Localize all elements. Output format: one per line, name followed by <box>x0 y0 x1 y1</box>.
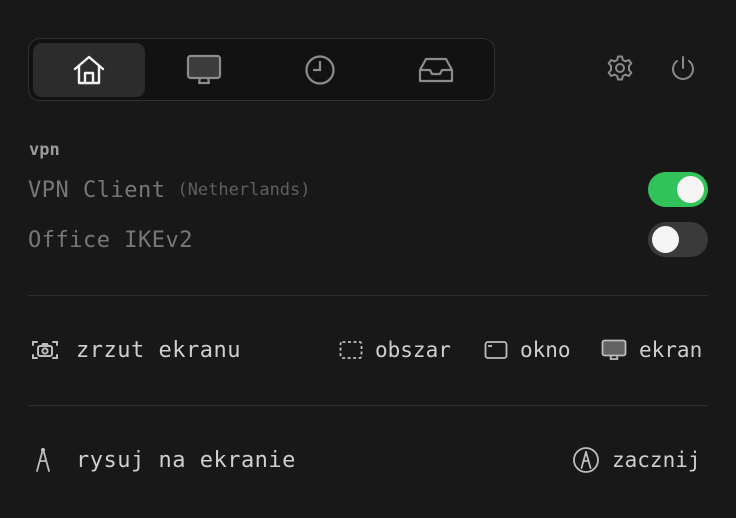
window-icon <box>484 340 508 360</box>
pen-circle-icon <box>572 446 600 474</box>
clock-icon <box>304 54 336 86</box>
vpn-item-location: (Netherlands) <box>177 180 311 200</box>
tab-bar <box>28 38 495 101</box>
draw-start-button[interactable]: zacznij <box>572 442 701 478</box>
divider <box>28 405 708 406</box>
dashed-rect-icon <box>339 340 363 360</box>
inbox-tray-icon <box>418 55 454 85</box>
control-panel: vpn VPN Client (Netherlands) Office IKEv… <box>0 0 736 518</box>
vpn-item: Office IKEv2 <box>28 222 193 258</box>
vpn-item: VPN Client (Netherlands) <box>28 172 311 208</box>
tab-home[interactable] <box>33 43 145 97</box>
section-title-vpn: vpn <box>29 140 60 160</box>
tab-inbox[interactable] <box>380 43 492 97</box>
power-icon <box>669 54 697 86</box>
monitor-icon <box>601 339 627 361</box>
draw-label-group: rysuj na ekranie <box>28 442 296 478</box>
home-icon <box>72 54 106 86</box>
tab-display[interactable] <box>148 43 260 97</box>
vpn-item-name: VPN Client <box>28 177 166 203</box>
screenshot-row: zrzut ekranu obszar okno ekran <box>28 332 708 368</box>
draw-row: rysuj na ekranie zacznij <box>28 442 708 478</box>
gear-icon <box>606 54 634 86</box>
screenshot-label-group: zrzut ekranu <box>28 332 241 368</box>
tab-history[interactable] <box>264 43 376 97</box>
screenshot-window-label: okno <box>520 338 571 362</box>
vpn-toggle-office-ikev2[interactable] <box>648 222 708 257</box>
camera-icon <box>28 337 62 363</box>
pen-nib-icon <box>28 446 62 474</box>
screenshot-label: zrzut ekranu <box>76 337 241 363</box>
screenshot-area-label: obszar <box>375 338 451 362</box>
screenshot-area-button[interactable]: obszar <box>339 332 451 368</box>
draw-label: rysuj na ekranie <box>76 447 296 473</box>
screenshot-window-button[interactable]: okno <box>484 332 571 368</box>
divider <box>28 295 708 296</box>
settings-button[interactable] <box>606 54 634 86</box>
toggle-knob <box>677 176 704 203</box>
power-button[interactable] <box>669 56 697 84</box>
screenshot-screen-button[interactable]: ekran <box>601 332 702 368</box>
draw-start-label: zacznij <box>612 448 701 472</box>
toggle-knob <box>652 226 679 253</box>
screenshot-screen-label: ekran <box>639 338 703 362</box>
vpn-item-name: Office IKEv2 <box>28 227 193 253</box>
vpn-toggle-vpn-client[interactable] <box>648 172 708 207</box>
monitor-icon <box>186 54 222 86</box>
